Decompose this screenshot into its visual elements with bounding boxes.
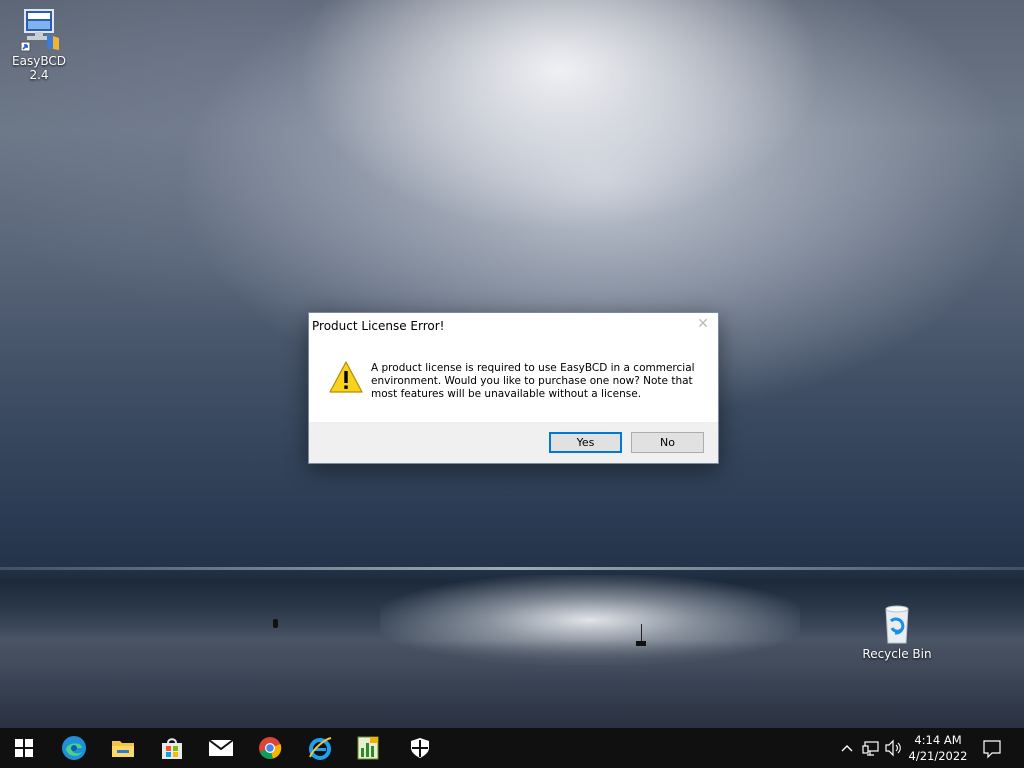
wallpaper-boat — [636, 641, 646, 646]
desktop-icon-label: Recycle Bin — [862, 647, 932, 661]
start-icon[interactable] — [0, 728, 48, 768]
easybcd-taskbar-icon[interactable] — [344, 728, 392, 768]
taskbar: 4:14 AM 4/21/2022 — [0, 728, 1024, 768]
chrome-icon[interactable] — [246, 728, 294, 768]
warning-icon — [329, 361, 363, 393]
notification-icon[interactable] — [980, 728, 1004, 768]
volume-icon[interactable] — [884, 728, 904, 768]
dialog-titlebar[interactable]: Product License Error! ✕ — [309, 313, 718, 339]
store-icon[interactable] — [148, 728, 196, 768]
dialog-button-bar: Yes No — [309, 422, 718, 463]
dialog-title: Product License Error! — [312, 319, 445, 333]
dialog-body: A product license is required to use Eas… — [309, 339, 718, 423]
close-icon[interactable]: ✕ — [696, 317, 710, 331]
wallpaper-boat-mast — [641, 624, 642, 641]
recycle-bin-icon — [875, 601, 919, 645]
no-button[interactable]: No — [631, 432, 704, 453]
wallpaper-buoy — [273, 619, 278, 628]
edge-icon[interactable] — [50, 728, 98, 768]
clock-date: 4/21/2022 — [908, 749, 968, 763]
taskbar-clock[interactable]: 4:14 AM 4/21/2022 — [904, 732, 972, 764]
internet-explorer-icon[interactable] — [296, 728, 344, 768]
file-explorer-icon[interactable] — [99, 728, 147, 768]
show-hidden-icons-button[interactable] — [838, 728, 856, 768]
security-icon[interactable] — [396, 728, 444, 768]
license-error-dialog: Product License Error! ✕ A product licen… — [308, 312, 719, 464]
yes-button[interactable]: Yes — [549, 432, 622, 453]
desktop-icon-label: EasyBCD 2.4 — [12, 54, 66, 82]
network-icon[interactable] — [861, 728, 881, 768]
desktop-icon-easybcd[interactable]: EasyBCD 2.4 — [1, 8, 77, 82]
mail-icon[interactable] — [197, 728, 245, 768]
dialog-message: A product license is required to use Eas… — [371, 362, 695, 400]
clock-time: 4:14 AM — [914, 733, 962, 747]
desktop-icon-recycle-bin[interactable]: Recycle Bin — [859, 601, 935, 661]
easybcd-icon — [17, 8, 61, 52]
wallpaper-horizon — [0, 567, 1024, 570]
